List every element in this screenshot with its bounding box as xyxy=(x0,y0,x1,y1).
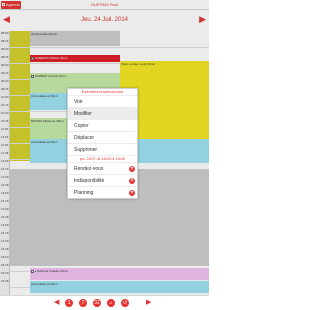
menu-item-copier[interactable]: Copier xyxy=(68,119,137,131)
menu-item-supprimer[interactable]: Supprimer xyxy=(68,143,137,155)
month-view-button[interactable]: 31 xyxy=(93,299,101,307)
refresh-icon[interactable]: ↺ xyxy=(121,299,129,307)
menu-item-label: Planning xyxy=(74,190,94,196)
selected-slot-info: jeu. 24/07 de 11h00 à 11h30 xyxy=(68,155,137,162)
previous-icon[interactable]: ◀ xyxy=(54,299,59,307)
menu-item-label: Supprimer xyxy=(74,147,98,153)
week-view-button[interactable]: 7 xyxy=(79,299,87,307)
menu-item-indisponibilite[interactable]: Indisponibilité + xyxy=(68,174,137,186)
menu-item-label: Voir xyxy=(74,99,83,105)
add-icon[interactable]: + xyxy=(129,178,135,184)
menu-item-planning[interactable]: Planning + xyxy=(68,186,137,198)
add-icon[interactable]: + xyxy=(129,190,135,196)
menu-item-label: Déplacer xyxy=(74,135,95,141)
bottom-toolbar: ◀ 1 7 31 ⌂ ↺ ▶ xyxy=(0,295,209,310)
add-icon[interactable]: + xyxy=(129,166,135,172)
context-menu: Evènement sélectionné Voir Modifier Copi… xyxy=(67,88,138,199)
menu-item-label: Copier xyxy=(74,123,89,129)
menu-item-label: Modifier xyxy=(74,111,92,117)
home-icon[interactable]: ⌂ xyxy=(107,299,115,307)
menu-item-rendez-vous[interactable]: Rendez-vous + xyxy=(68,162,137,174)
menu-item-deplacer[interactable]: Déplacer xyxy=(68,131,137,143)
day-view-button[interactable]: 1 xyxy=(65,299,73,307)
menu-item-label: Indisponibilité xyxy=(74,178,105,184)
menu-item-voir[interactable]: Voir xyxy=(68,95,137,107)
menu-item-label: Rendez-vous xyxy=(74,166,104,172)
menu-item-modifier[interactable]: Modifier xyxy=(68,107,137,119)
next-icon[interactable]: ▶ xyxy=(146,299,151,307)
